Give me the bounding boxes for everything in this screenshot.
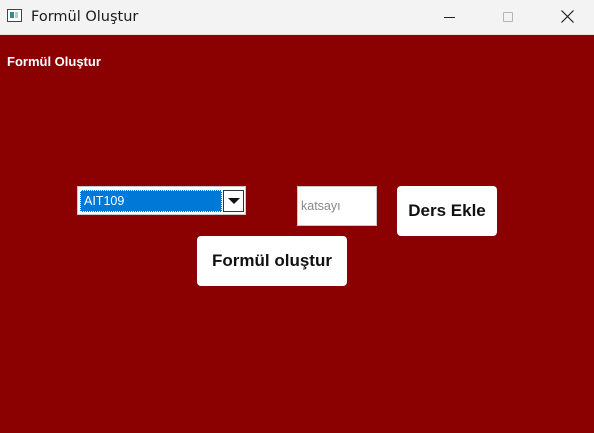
window-title: Formül Oluştur: [31, 9, 139, 25]
course-dropdown-selection: AIT109: [80, 190, 222, 212]
page-title: Formül Oluştur: [7, 54, 101, 69]
course-dropdown[interactable]: AIT109: [77, 186, 246, 215]
title-bar[interactable]: Formül Oluştur: [0, 0, 594, 35]
close-button[interactable]: [544, 0, 590, 35]
add-course-button[interactable]: Ders Ekle: [397, 186, 497, 236]
dropdown-arrow-icon[interactable]: [223, 190, 244, 212]
minimize-button[interactable]: [426, 0, 472, 35]
coefficient-input[interactable]: [297, 186, 377, 226]
create-formula-button[interactable]: Formül oluştur: [197, 236, 347, 286]
close-icon: [561, 10, 574, 23]
course-dropdown-value: AIT109: [84, 194, 125, 208]
app-icon: [7, 9, 22, 22]
maximize-button[interactable]: [485, 0, 531, 35]
app-window: Formül Oluştur Formül Oluştur AIT109 Der…: [0, 0, 594, 433]
